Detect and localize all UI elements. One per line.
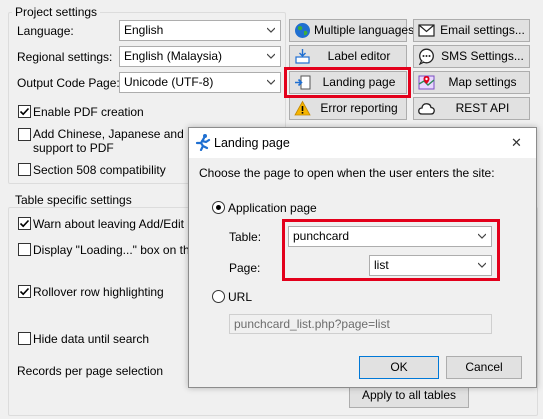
sms-icon — [418, 48, 434, 65]
application-page-label: Application page — [228, 201, 317, 215]
multiple-languages-label: Multiple languages — [314, 23, 415, 37]
checkmark-icon — [19, 219, 30, 228]
chevron-down-icon — [478, 233, 486, 239]
chinese-fonts-checkbox[interactable] — [18, 128, 31, 141]
cancel-button-label: Cancel — [465, 360, 503, 374]
table-select-value: punchcard — [293, 229, 350, 243]
language-select-value: English — [124, 23, 164, 37]
checkmark-icon — [19, 287, 30, 296]
ok-button-label: OK — [390, 360, 408, 374]
checkmark-icon — [19, 107, 30, 116]
sms-settings-button[interactable]: SMS Settings... — [413, 45, 530, 68]
email-settings-label: Email settings... — [440, 23, 525, 37]
hide-until-search-label: Hide data until search — [33, 332, 150, 346]
regional-settings-select[interactable]: English (Malaysia) — [119, 46, 281, 67]
chevron-down-icon — [267, 53, 275, 59]
warn-leaving-label: Warn about leaving Add/Edit pag — [33, 217, 208, 231]
map-settings-button[interactable]: Map settings — [413, 71, 530, 94]
hide-until-search-checkbox[interactable] — [18, 332, 31, 345]
records-per-page-label: Records per page selection — [17, 364, 164, 378]
multiple-languages-button[interactable]: Multiple languages — [289, 19, 415, 42]
url-radio[interactable] — [212, 290, 225, 303]
rollover-checkbox[interactable] — [18, 285, 31, 298]
rest-api-label: REST API — [455, 101, 510, 115]
chinese-fonts-label-line1: Add Chinese, Japanese and Kor — [33, 127, 206, 141]
warn-leaving-checkbox[interactable] — [18, 217, 31, 230]
section508-label: Section 508 compatibility — [33, 163, 166, 177]
sms-settings-label: SMS Settings... — [441, 49, 524, 63]
label-editor-label: Label editor — [327, 49, 391, 63]
output-code-page-label: Output Code Page: — [17, 76, 120, 90]
map-icon — [418, 75, 435, 90]
rest-api-button[interactable]: REST API — [413, 97, 530, 120]
output-code-page-select[interactable]: Unicode (UTF-8) — [119, 72, 281, 93]
page-field-label: Page: — [229, 261, 261, 275]
display-loading-label: Display "Loading..." box on the l — [33, 243, 203, 257]
landing-page-label: Landing page — [322, 75, 396, 89]
dialog-title: Landing page — [214, 136, 290, 150]
cancel-button[interactable]: Cancel — [446, 356, 522, 379]
language-label: Language: — [17, 24, 74, 38]
page-select-value: list — [374, 258, 389, 272]
ok-button[interactable]: OK — [359, 356, 439, 379]
landing-page-dialog: Landing page ✕ Choose the page to open w… — [188, 127, 537, 388]
email-settings-button[interactable]: Email settings... — [413, 19, 530, 42]
project-settings-title: Project settings — [12, 5, 101, 19]
application-page-radio[interactable] — [212, 201, 225, 214]
display-loading-checkbox[interactable] — [18, 243, 31, 256]
page-select[interactable]: list — [369, 255, 492, 276]
language-select[interactable]: English — [119, 20, 281, 41]
dialog-titlebar[interactable]: Landing page ✕ — [189, 128, 536, 158]
dialog-prompt: Choose the page to open when the user en… — [199, 166, 495, 180]
chevron-down-icon — [478, 262, 486, 268]
enable-pdf-checkbox[interactable] — [18, 105, 31, 118]
label-editor-button[interactable]: Label editor — [289, 45, 407, 68]
chevron-down-icon — [267, 27, 275, 33]
regional-settings-value: English (Malaysia) — [124, 49, 223, 63]
table-settings-title: Table specific settings — [12, 193, 135, 207]
cloud-icon — [418, 103, 435, 115]
warning-icon — [294, 100, 311, 116]
landing-page-icon — [295, 75, 311, 90]
close-icon[interactable]: ✕ — [511, 136, 522, 150]
section508-checkbox[interactable] — [18, 163, 31, 176]
landing-page-button[interactable]: Landing page — [289, 71, 407, 94]
chevron-down-icon — [267, 79, 275, 85]
url-label: URL — [228, 290, 253, 304]
output-code-page-value: Unicode (UTF-8) — [124, 75, 214, 89]
table-select[interactable]: punchcard — [288, 226, 492, 247]
map-settings-label: Map settings — [448, 75, 517, 89]
url-input[interactable]: punchcard_list.php?page=list — [229, 314, 492, 334]
runner-icon — [195, 134, 211, 151]
apply-to-all-tables-label: Apply to all tables — [361, 388, 457, 402]
email-icon — [418, 24, 435, 37]
error-reporting-button[interactable]: Error reporting — [289, 97, 407, 120]
globe-icon — [295, 23, 310, 38]
radio-selected-dot — [216, 205, 221, 210]
rollover-label: Rollover row highlighting — [33, 285, 164, 299]
label-editor-icon — [295, 49, 310, 64]
enable-pdf-label: Enable PDF creation — [33, 105, 144, 119]
table-field-label: Table: — [229, 230, 262, 244]
chinese-fonts-label-line2: support to PDF — [33, 141, 114, 155]
error-reporting-label: Error reporting — [320, 101, 398, 115]
regional-settings-label: Regional settings: — [17, 50, 113, 64]
